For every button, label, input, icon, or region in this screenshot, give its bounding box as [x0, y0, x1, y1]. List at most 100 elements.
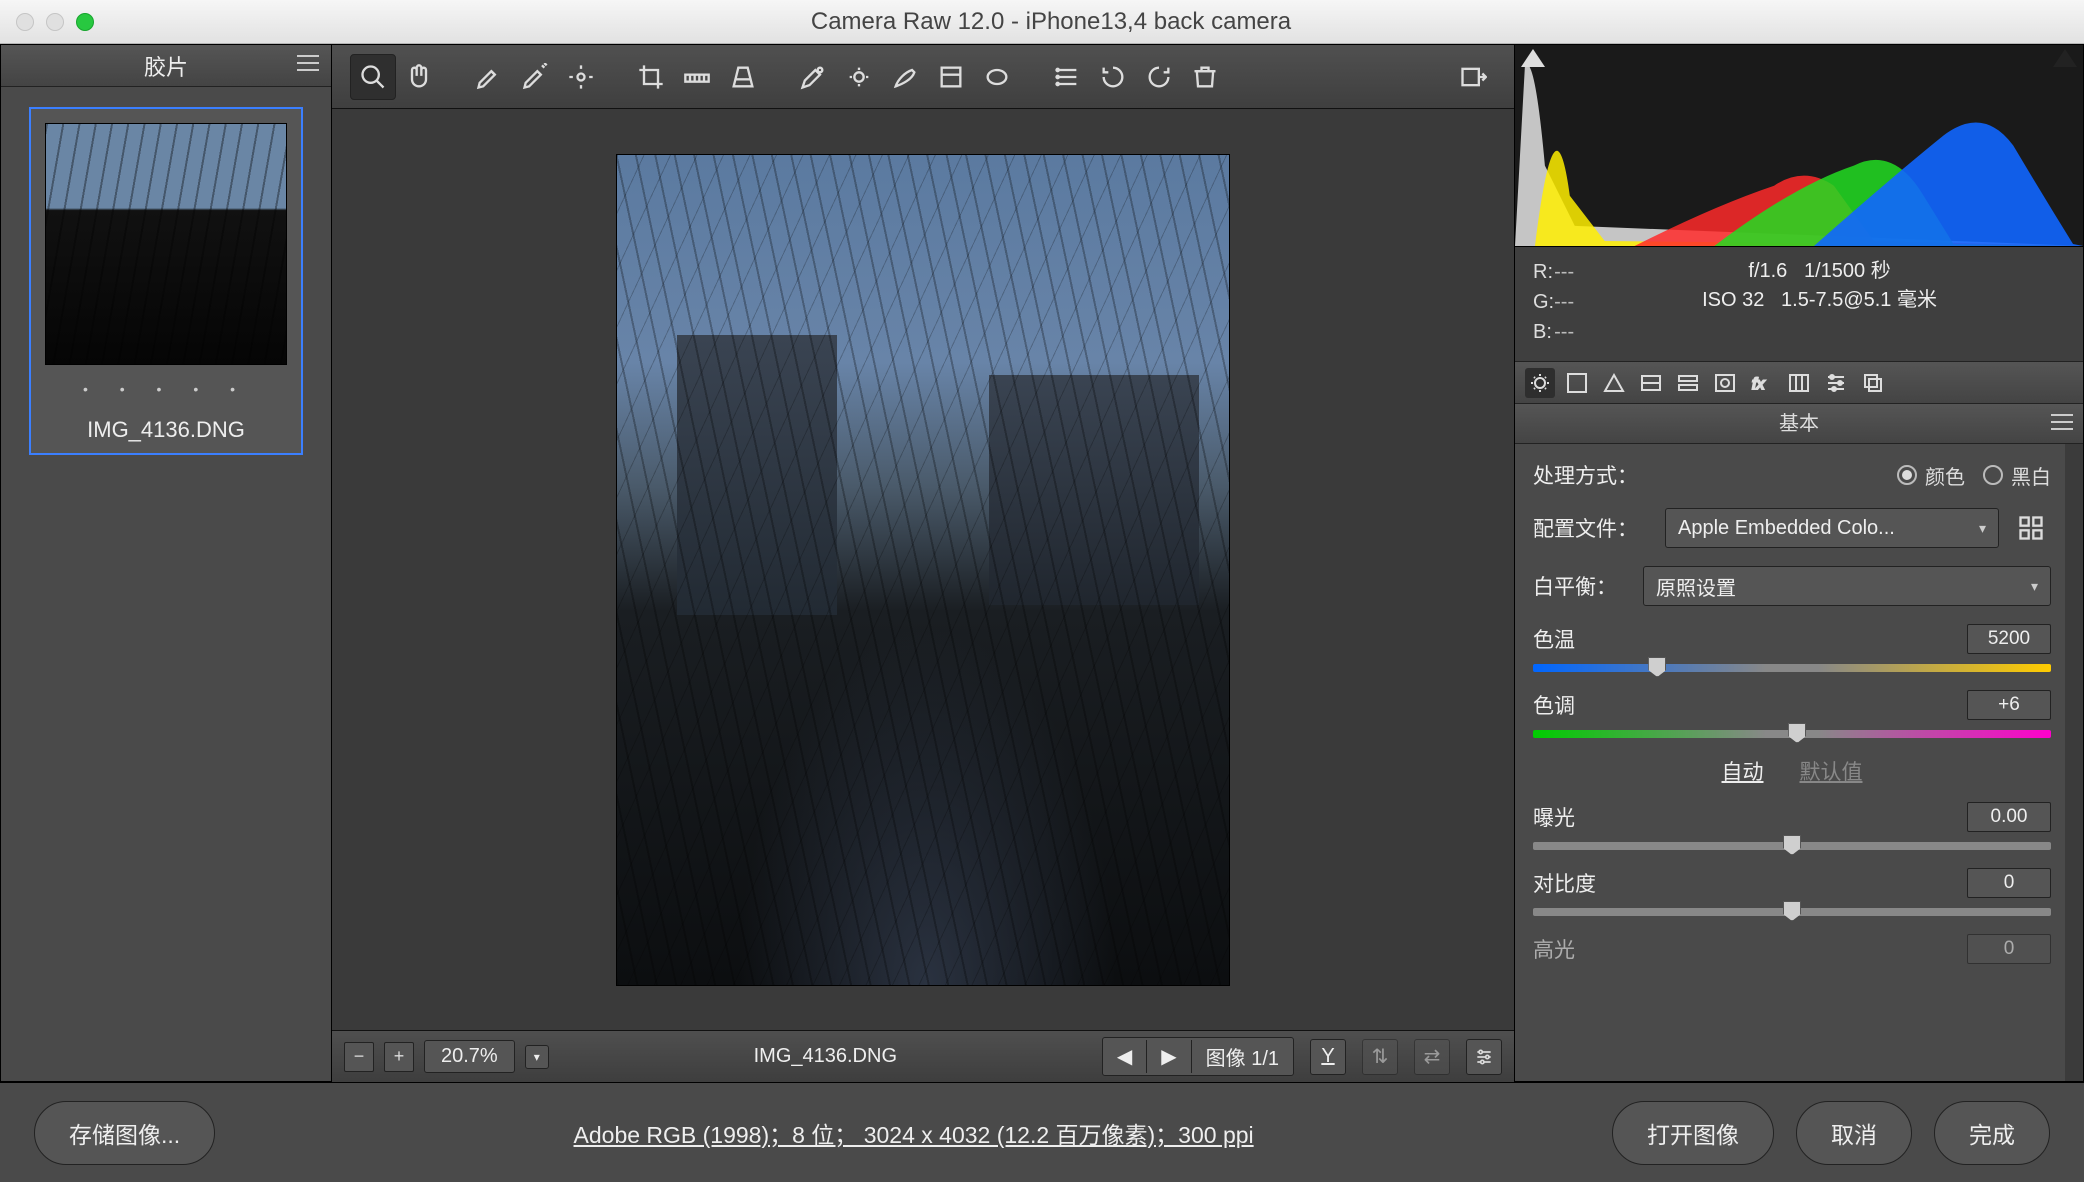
adjustment-brush-icon[interactable]	[882, 54, 928, 100]
tab-curve-icon[interactable]	[1562, 368, 1592, 398]
tint-label: 色调	[1533, 690, 1575, 720]
profile-value: Apple Embedded Colo...	[1678, 517, 1895, 540]
tab-fx-icon[interactable]: fx	[1747, 368, 1777, 398]
before-after-label: Y	[1321, 1045, 1334, 1068]
filmstrip-header: 胶片	[1, 45, 331, 87]
window-title: Camera Raw 12.0 - iPhone13,4 back camera	[94, 8, 2008, 36]
crop-tool-icon[interactable]	[628, 54, 674, 100]
r-value: ---	[1554, 261, 1574, 283]
zoom-dropdown-chevron[interactable]: ▾	[525, 1045, 549, 1069]
targeted-adjust-icon[interactable]	[558, 54, 604, 100]
redeye-tool-icon[interactable]	[836, 54, 882, 100]
shadow-clipping-icon[interactable]	[1521, 49, 1545, 67]
rotate-ccw-icon[interactable]	[1090, 54, 1136, 100]
treatment-color-label: 颜色	[1925, 461, 1965, 490]
exif-aperture: f/1.6	[1748, 260, 1787, 282]
panel-menu-icon[interactable]	[2051, 414, 2073, 430]
exif-focal: 1.5-7.5@5.1 毫米	[1781, 289, 1937, 311]
zoom-tool-icon[interactable]	[350, 54, 396, 100]
image-index-label: 图像 1/1	[1192, 1038, 1293, 1075]
profile-label: 配置文件：	[1533, 513, 1665, 543]
hand-tool-icon[interactable]	[396, 54, 442, 100]
temp-input[interactable]	[1967, 624, 2051, 654]
next-image-button[interactable]: ▶	[1147, 1040, 1191, 1073]
zoom-out-button[interactable]: −	[344, 1042, 374, 1072]
zoom-in-button[interactable]: +	[384, 1042, 414, 1072]
exposure-slider[interactable]	[1533, 842, 2051, 850]
wb-dropdown[interactable]: 原照设置▾	[1643, 566, 2051, 606]
close-window[interactable]	[16, 13, 34, 31]
preferences-list-icon[interactable]	[1044, 54, 1090, 100]
canvas-area[interactable]	[332, 109, 1514, 1030]
histogram[interactable]	[1515, 45, 2083, 247]
tint-slider[interactable]	[1533, 730, 2051, 738]
spot-removal-icon[interactable]	[790, 54, 836, 100]
wb-value: 原照设置	[1656, 572, 1736, 601]
contrast-label: 对比度	[1533, 868, 1596, 898]
done-button[interactable]: 完成	[1934, 1101, 2050, 1165]
center-area: − + 20.7% ▾ IMG_4136.DNG ◀ ▶ 图像 1/1 Y ⇅ …	[332, 44, 1514, 1082]
straighten-tool-icon[interactable]	[674, 54, 720, 100]
profile-dropdown[interactable]: Apple Embedded Colo...▾	[1665, 508, 1999, 548]
minimize-window[interactable]	[46, 13, 64, 31]
rotate-cw-icon[interactable]	[1136, 54, 1182, 100]
exposure-input[interactable]	[1967, 802, 2051, 832]
highlights-label: 高光	[1533, 934, 1575, 964]
view-settings-icon[interactable]	[1466, 1039, 1502, 1075]
color-sampler-icon[interactable]	[512, 54, 558, 100]
temp-slider[interactable]	[1533, 664, 2051, 672]
prev-image-button[interactable]: ◀	[1103, 1040, 1147, 1073]
cancel-button[interactable]: 取消	[1796, 1101, 1912, 1165]
wb-eyedropper-icon[interactable]	[466, 54, 512, 100]
tab-presets-icon[interactable]	[1821, 368, 1851, 398]
transform-tool-icon[interactable]	[720, 54, 766, 100]
default-button[interactable]: 默认值	[1800, 756, 1863, 786]
scrollbar[interactable]	[2065, 444, 2083, 1081]
tint-input[interactable]	[1967, 690, 2051, 720]
tab-snapshots-icon[interactable]	[1858, 368, 1888, 398]
titlebar: Camera Raw 12.0 - iPhone13,4 back camera	[0, 0, 2084, 44]
exposure-label: 曝光	[1533, 802, 1575, 832]
radial-filter-icon[interactable]	[974, 54, 1020, 100]
workflow-options-link[interactable]: Adobe RGB (1998)；8 位； 3024 x 4032 (12.2 …	[215, 1116, 1612, 1150]
open-preferences-icon[interactable]	[1450, 54, 1496, 100]
tab-split-icon[interactable]	[1673, 368, 1703, 398]
r-label: R:	[1533, 261, 1553, 283]
graduated-filter-icon[interactable]	[928, 54, 974, 100]
tab-detail-icon[interactable]	[1599, 368, 1629, 398]
wb-label: 白平衡：	[1533, 571, 1643, 601]
g-label: G:	[1533, 291, 1554, 313]
info-readout: R: G: B: --- --- --- f/1.6 1/1500 秒 ISO …	[1515, 247, 2083, 362]
zoom-window[interactable]	[76, 13, 94, 31]
filmstrip-panel: 胶片 • • • • • IMG_4136.DNG	[0, 44, 332, 1082]
auto-button[interactable]: 自动	[1722, 756, 1764, 786]
swap-before-after-icon[interactable]: ⇅	[1362, 1039, 1398, 1075]
highlight-clipping-icon[interactable]	[2053, 49, 2077, 67]
image-preview	[616, 154, 1230, 986]
tab-hsl-icon[interactable]	[1636, 368, 1666, 398]
tab-basic-icon[interactable]	[1525, 368, 1555, 398]
treatment-color-radio[interactable]: 颜色	[1897, 461, 1965, 490]
contrast-slider[interactable]	[1533, 908, 2051, 916]
profile-browser-icon[interactable]	[2011, 508, 2051, 548]
footer-bar: 存储图像... Adobe RGB (1998)；8 位； 3024 x 403…	[0, 1082, 2084, 1182]
zoom-level-dropdown[interactable]: 20.7%	[424, 1040, 515, 1073]
b-label: B:	[1533, 321, 1552, 343]
exif-shutter: 1/1500 秒	[1804, 260, 1891, 282]
filmstrip-menu-icon[interactable]	[297, 55, 319, 71]
contrast-input[interactable]	[1967, 868, 2051, 898]
highlights-input[interactable]	[1967, 934, 2051, 964]
panel-body: 处理方式： 颜色 黑白 配置文件： Apple Embedded Colo...…	[1515, 444, 2083, 1081]
g-value: ---	[1554, 291, 1574, 313]
tab-lens-icon[interactable]	[1710, 368, 1740, 398]
before-after-button[interactable]: Y	[1310, 1039, 1346, 1075]
thumbnail-selected[interactable]: • • • • • IMG_4136.DNG	[29, 107, 303, 455]
save-image-button[interactable]: 存储图像...	[34, 1101, 215, 1165]
delete-icon[interactable]	[1182, 54, 1228, 100]
copy-settings-icon[interactable]: ⇄	[1414, 1039, 1450, 1075]
treatment-bw-radio[interactable]: 黑白	[1983, 461, 2051, 490]
open-image-button[interactable]: 打开图像	[1612, 1101, 1774, 1165]
thumbnail-rating-dots[interactable]: • • • • •	[45, 381, 287, 397]
treatment-label: 处理方式：	[1533, 460, 1897, 490]
tab-calibration-icon[interactable]	[1784, 368, 1814, 398]
